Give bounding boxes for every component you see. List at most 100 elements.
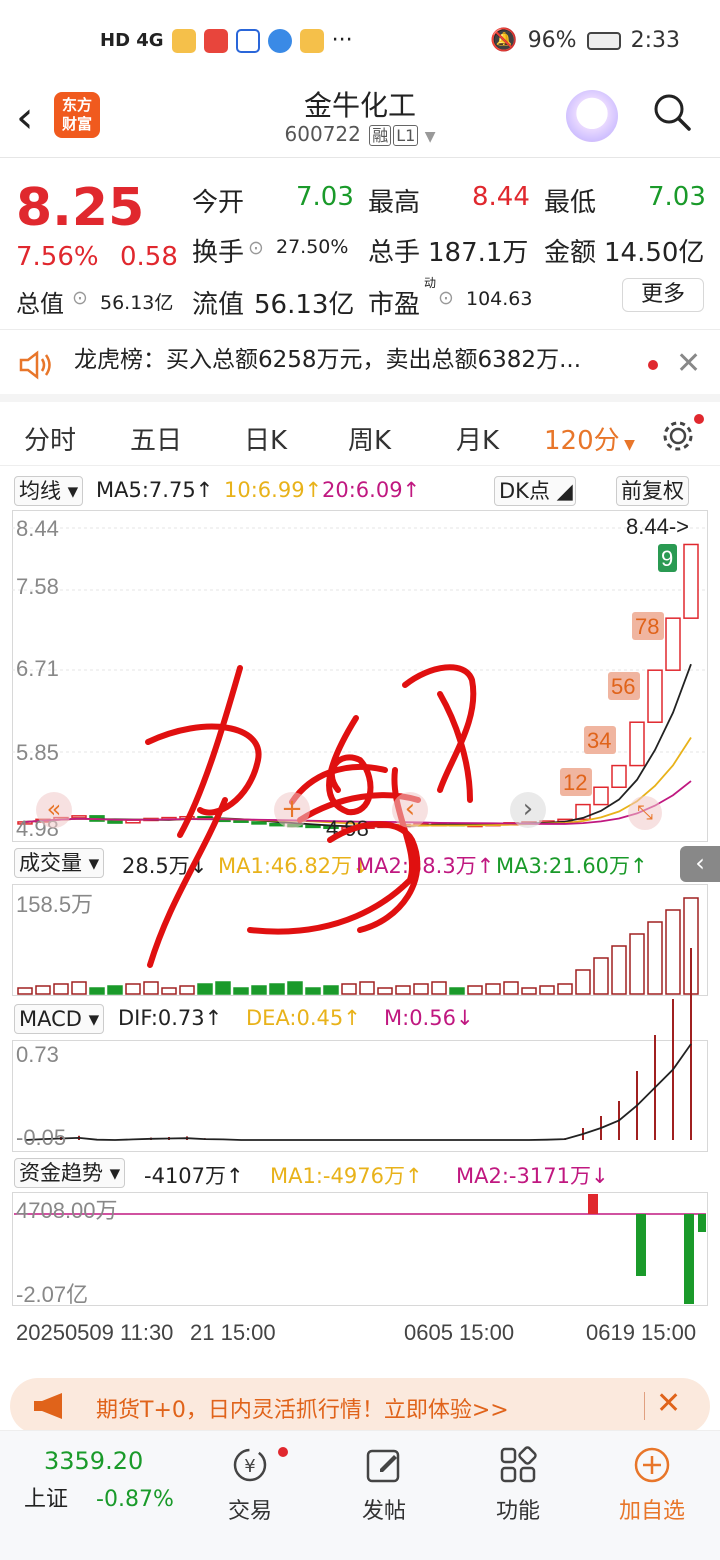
kline-panel[interactable] <box>12 510 708 842</box>
x-axis-label: 21 15:00 <box>190 1320 276 1345</box>
volume-label: 总手 <box>368 238 421 268</box>
turnover-value: 27.50% <box>276 236 349 258</box>
macd-dea: DEA:0.45↑ <box>246 1006 361 1030</box>
float-value: 56.13亿 <box>254 290 355 320</box>
huawei-app-icon <box>203 28 228 53</box>
nav-add-label: 加自选 <box>618 1499 685 1524</box>
nav-function[interactable]: 功能 <box>458 1445 578 1525</box>
period-tabs: 分时 五日 日K 周K 月K 120分 ▼ <box>0 410 720 466</box>
speaker-icon <box>19 350 51 380</box>
ma5-value: MA5:7.75↑ <box>96 478 214 502</box>
volume-panel[interactable] <box>12 884 708 996</box>
tab-120min[interactable]: 120分 ▼ <box>544 420 635 457</box>
ma10-value: 10:6.99↑ <box>224 478 323 502</box>
turnover-label: 换手 <box>192 238 245 268</box>
vol-ma3: MA3:21.60万↑ <box>496 854 648 878</box>
volume-selector[interactable]: 成交量 ▾ <box>14 848 105 878</box>
nav-function-label: 功能 <box>495 1499 540 1524</box>
adjust-selector[interactable]: 前复权 <box>616 476 689 506</box>
tab-120min-label: 120分 <box>544 426 620 456</box>
pe-dynamic-mark: 动 <box>424 276 437 290</box>
macd-m: M:0.56↓ <box>384 1006 474 1030</box>
last-price: 8.25 <box>16 178 145 238</box>
assistant-robot-icon[interactable] <box>566 90 618 142</box>
fund-panel[interactable] <box>12 1192 708 1306</box>
futures-ad-banner[interactable]: 期货T+0，日内灵活抓行情！立即体验>> ✕ <box>10 1378 710 1434</box>
volume-selector-label: 成交量 <box>19 851 82 875</box>
dk-point-selector[interactable]: DK点 ◢ <box>494 476 576 506</box>
search-icon[interactable] <box>652 92 692 132</box>
fund-selector[interactable]: 资金趋势 ▾ <box>14 1158 126 1188</box>
network-indicator: HD 4G <box>100 30 164 51</box>
tab-five-day[interactable]: 五日 <box>130 420 182 457</box>
nav-trade[interactable]: ¥ 交易 <box>190 1445 310 1525</box>
scroll-right-button[interactable]: › <box>510 792 546 828</box>
ad-text: 期货T+0，日内灵活抓行情！立即体验>> <box>96 1398 509 1423</box>
macd-selector[interactable]: MACD ▾ <box>14 1004 105 1034</box>
volume-value: 28.5万↓ <box>122 854 208 878</box>
margin-tag: 融 <box>369 125 392 146</box>
browser-icon <box>267 28 292 53</box>
info-icon[interactable]: ⊙ <box>248 237 264 259</box>
index-widget[interactable]: 3359.20 上证 -0.87% <box>24 1447 194 1513</box>
nav-add-watchlist[interactable]: 加自选 <box>592 1445 712 1525</box>
info-icon[interactable]: ⊙ <box>72 287 88 309</box>
index-value: 3359.20 <box>44 1447 144 1475</box>
settings-gear-icon[interactable] <box>660 418 696 454</box>
nav-post[interactable]: 发帖 <box>324 1445 444 1525</box>
quote-panel: 8.25 7.56% 0.58 总值 ⊙ 56.13亿 今开 7.03 最高 8… <box>0 160 720 330</box>
stock-code: 600722 <box>284 122 361 146</box>
megaphone-icon <box>34 1393 62 1419</box>
mute-icon: 🔕 <box>490 28 518 53</box>
ma-selector[interactable]: 均线 ▾ <box>14 476 84 506</box>
low-value: 7.03 <box>648 182 706 212</box>
dragon-tiger-notice[interactable]: 龙虎榜：买入总额6258万元，卖出总额6382万... ✕ <box>0 330 720 402</box>
total-value-label: 总值 <box>16 290 64 318</box>
scroll-left-button[interactable]: ‹ <box>392 792 428 828</box>
more-button[interactable]: 更多 <box>622 278 704 312</box>
open-label: 今开 <box>192 188 245 218</box>
trade-yen-icon: ¥ <box>233 1448 267 1482</box>
close-ad-icon[interactable]: ✕ <box>656 1386 681 1421</box>
pe-value: 104.63 <box>466 288 533 310</box>
unread-dot <box>648 360 658 370</box>
fund-selector-label: 资金趋势 <box>19 1161 103 1185</box>
zoom-in-button[interactable]: + <box>274 792 310 828</box>
tab-weekly[interactable]: 周K <box>348 420 391 457</box>
vol-ma1: MA1:46.82万↓ <box>218 854 370 878</box>
close-notice-icon[interactable]: ✕ <box>676 346 701 381</box>
total-value: 56.13亿 <box>100 292 174 314</box>
level-tag: L1 <box>393 125 419 146</box>
battery-level: 96% <box>527 28 577 53</box>
vol-ma2: MA2:38.3万↑ <box>356 854 495 878</box>
scroll-left-fast-button[interactable]: « <box>36 792 72 828</box>
battery-icon <box>586 31 621 50</box>
amount-label: 金额 <box>544 238 597 268</box>
add-circle-icon <box>634 1447 670 1483</box>
info-icon[interactable]: ⊙ <box>438 287 454 309</box>
fund-indicator-row: 资金趋势 ▾ -4107万↑ MA1:-4976万↑ MA2:-3171万↓ <box>0 1156 720 1190</box>
compose-icon <box>366 1449 400 1483</box>
tab-intraday[interactable]: 分时 <box>24 420 76 457</box>
macd-panel[interactable] <box>12 1040 708 1152</box>
ad-separator <box>644 1392 645 1420</box>
open-value: 7.03 <box>296 182 354 212</box>
high-label: 最高 <box>368 188 421 218</box>
settings-dot <box>694 414 704 424</box>
change-amount: 0.58 <box>120 242 178 272</box>
fund-value: -4107万↑ <box>144 1164 244 1188</box>
weibo-icon <box>171 28 196 53</box>
collapse-side-button[interactable]: ‹ <box>680 846 720 882</box>
status-bar: HD 4G ··· 🔕 96% 2:33 <box>0 0 720 84</box>
x-axis-label: 0619 15:00 <box>586 1320 696 1345</box>
tab-daily[interactable]: 日K <box>244 420 287 457</box>
amount-value: 14.50亿 <box>604 238 705 268</box>
weibo-icon-2 <box>299 28 324 53</box>
tab-monthly[interactable]: 月K <box>456 420 499 457</box>
low-label: 最低 <box>544 188 597 218</box>
fund-ma1: MA1:-4976万↑ <box>270 1164 423 1188</box>
index-change: -0.87% <box>96 1487 174 1512</box>
fullscreen-icon[interactable]: ⤡ <box>628 796 662 830</box>
macd-indicator-row: MACD ▾ DIF:0.73↑ DEA:0.45↑ M:0.56↓ <box>0 1002 720 1036</box>
change-percent: 7.56% <box>16 242 99 272</box>
